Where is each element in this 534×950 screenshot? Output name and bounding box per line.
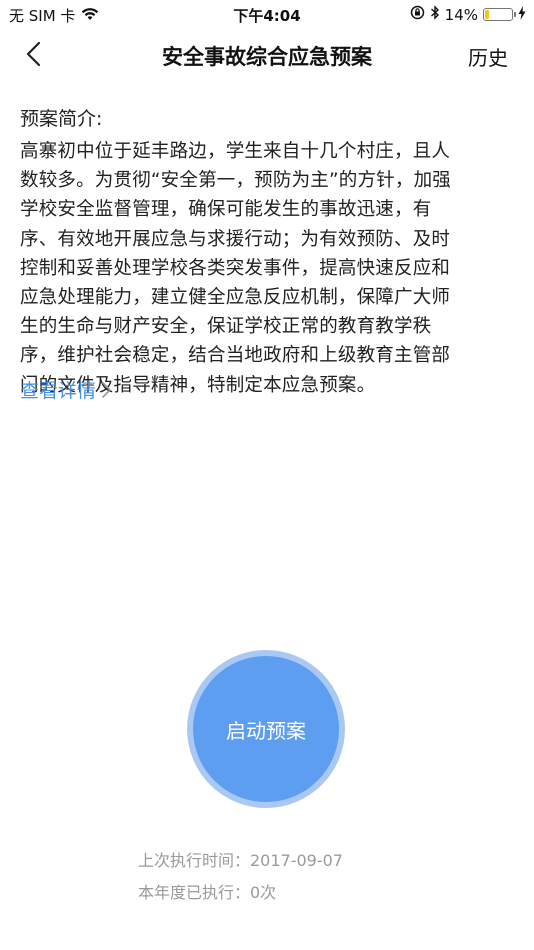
chevron-right-icon bbox=[102, 381, 111, 398]
screen: 无 SIM 卡 下午4:04 14% 安全事故综合应急预案 历史 预案简介: 高… bbox=[0, 0, 534, 950]
bluetooth-icon bbox=[430, 5, 440, 24]
intro-line: 生的生命与财产安全，保证学校正常的教育教学秩 bbox=[20, 316, 432, 338]
intro-line: 序、有效地开展应急与求援行动；为有效预防、及时 bbox=[20, 228, 451, 250]
battery-icon bbox=[483, 8, 516, 21]
intro-line: 序，维护社会稳定，结合当地政府和上级教育主管部 bbox=[20, 345, 451, 367]
battery-level bbox=[485, 10, 489, 19]
nav-bar: 安全事故综合应急预案 历史 bbox=[0, 28, 534, 80]
intro-line: 学校安全监督管理，确保可能发生的事故迅速，有 bbox=[20, 199, 432, 221]
intro-line: 控制和妥善处理学校各类突发事件，提高快速反应和 bbox=[20, 257, 451, 279]
status-bar: 无 SIM 卡 下午4:04 14% bbox=[0, 0, 534, 28]
start-plan-ring[interactable]: 启动预案 bbox=[187, 650, 345, 808]
intro-heading: 预案简介: bbox=[20, 108, 103, 130]
intro-line: 数较多。为贯彻“安全第一，预防为主”的方针，加强 bbox=[20, 170, 451, 192]
status-right: 14% bbox=[410, 5, 526, 24]
charging-icon bbox=[518, 5, 526, 24]
history-button[interactable]: 历史 bbox=[468, 42, 508, 71]
battery-cap bbox=[514, 12, 516, 17]
view-details-label: 查看详情 bbox=[20, 380, 97, 402]
page-title: 安全事故综合应急预案 bbox=[162, 45, 372, 69]
last-run-text: 上次执行时间：2017-09-07 bbox=[138, 851, 343, 870]
intro-line: 应急处理能力，建立健全应急反应机制，保障广大师 bbox=[20, 287, 451, 309]
intro-body: 高寨初中位于延丰路边，学生来自十几个村庄，且人 数较多。为贯彻“安全第一，预防为… bbox=[20, 137, 514, 400]
year-count-text: 本年度已执行：0次 bbox=[138, 883, 277, 902]
intro-line: 高寨初中位于延丰路边，学生来自十几个村庄，且人 bbox=[20, 141, 451, 162]
battery-percent: 14% bbox=[444, 5, 478, 24]
rotation-lock-icon bbox=[410, 5, 425, 24]
start-plan-button[interactable]: 启动预案 bbox=[193, 656, 339, 802]
view-details-link[interactable]: 查看详情 bbox=[20, 376, 112, 403]
